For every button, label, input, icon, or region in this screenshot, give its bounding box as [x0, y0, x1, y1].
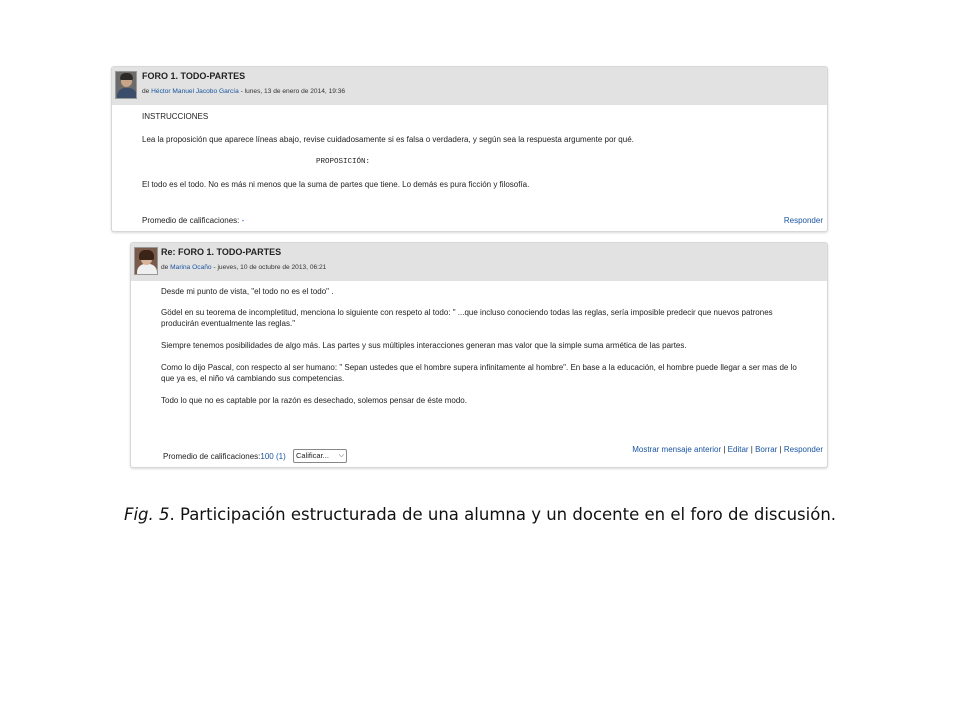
rating-label: Promedio de calificaciones: — [163, 452, 261, 461]
post-date: - jueves, 10 de octubre de 2013, 06:21 — [211, 264, 327, 271]
user-photo-icon[interactable] — [134, 247, 158, 275]
post-paragraph: Como lo dijo Pascal, con respecto al ser… — [161, 363, 797, 372]
post-actions: Mostrar mensaje anterior | Editar | Borr… — [632, 445, 823, 454]
figure-label: Fig. 5 — [123, 505, 170, 524]
forum-post-original: FORO 1. TODO-PARTES de Héctor Manuel Jac… — [111, 66, 828, 232]
post-date: - lunes, 13 de enero de 2014, 19:36 — [238, 88, 346, 95]
rating-summary: Promedio de calificaciones:100 (1) — [163, 452, 286, 461]
figure-caption: Fig. 5. Participación estructurada de un… — [0, 505, 960, 524]
rating-value: - — [239, 216, 245, 225]
rate-select-value: Calificar... — [296, 451, 329, 460]
show-parent-link[interactable]: Mostrar mensaje anterior — [632, 445, 721, 454]
post-paragraph: Siempre tenemos posibilidades de algo má… — [161, 341, 687, 350]
author-link[interactable]: Marina Ocaño — [170, 264, 211, 271]
post-paragraph: Lea la proposición que aparece líneas ab… — [142, 135, 634, 144]
post-paragraph: El todo es el todo. No es más ni menos q… — [142, 180, 530, 189]
meta-prefix: de — [142, 88, 152, 95]
post-paragraph: que ya es, el niño vá cambiando sus comp… — [161, 374, 345, 383]
chevron-down-icon: ⌵ — [338, 452, 344, 459]
forum-screenshot: FORO 1. TODO-PARTES de Héctor Manuel Jac… — [111, 66, 828, 470]
rating-label: Promedio de calificaciones: — [142, 216, 240, 225]
delete-link[interactable]: Borrar — [755, 445, 777, 454]
post-header: Re: FORO 1. TODO-PARTES de Marina Ocaño … — [131, 243, 827, 281]
instructions-heading: INSTRUCCIONES — [142, 112, 209, 121]
reply-link[interactable]: Responder — [784, 445, 823, 454]
post-paragraph: Todo lo que no es captable por la razón … — [161, 396, 467, 405]
post-paragraph: Gödel en su teorema de incompletitud, me… — [161, 308, 773, 317]
post-title: FORO 1. TODO-PARTES — [142, 71, 246, 81]
post-paragraph: producirán eventualmente las reglas." — [161, 319, 296, 328]
author-link[interactable]: Héctor Manuel Jacobo García — [151, 88, 239, 95]
rating-value[interactable]: 100 (1) — [260, 452, 285, 461]
post-meta: de Héctor Manuel Jacobo García - lunes, … — [142, 88, 345, 95]
edit-link[interactable]: Editar — [728, 445, 749, 454]
user-photo-icon[interactable] — [115, 71, 137, 99]
meta-prefix: de — [161, 264, 171, 271]
forum-post-reply: Re: FORO 1. TODO-PARTES de Marina Ocaño … — [130, 242, 828, 468]
post-header: FORO 1. TODO-PARTES de Héctor Manuel Jac… — [112, 67, 827, 105]
post-title: Re: FORO 1. TODO-PARTES — [161, 247, 282, 257]
caption-text: . Participación estructurada de una alum… — [169, 505, 837, 524]
rate-select[interactable]: Calificar... ⌵ — [293, 449, 347, 463]
post-paragraph: Desde mi punto de vista, "el todo no es … — [161, 287, 334, 296]
reply-link[interactable]: Responder — [784, 216, 823, 225]
post-meta: de Marina Ocaño - jueves, 10 de octubre … — [161, 264, 326, 271]
rating-summary: Promedio de calificaciones: - — [142, 216, 244, 225]
proposition-label: PROPOSICIÓN: — [316, 158, 371, 166]
